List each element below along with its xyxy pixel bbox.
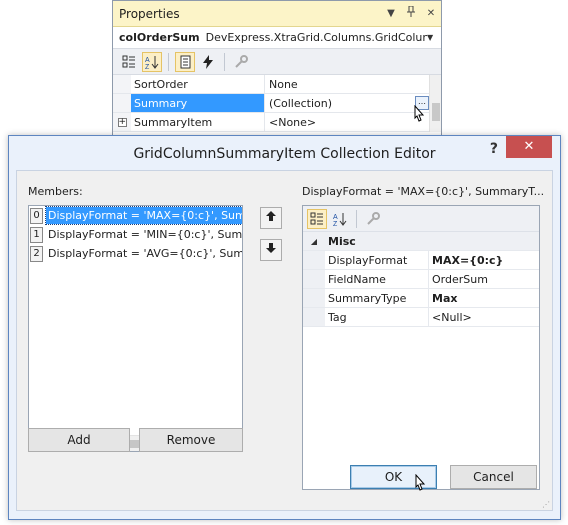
move-down-button[interactable] — [260, 239, 282, 261]
members-label: Members: — [28, 185, 83, 198]
alphabetical-icon[interactable]: AZ — [330, 209, 350, 229]
chevron-down-icon[interactable]: ▼ — [427, 33, 441, 42]
item-property-grid: AZ ◢ Misc DisplayFormat MAX={0:c} FieldN… — [302, 205, 540, 490]
property-value[interactable]: Max — [429, 289, 539, 307]
properties-window: Properties ▼ ✕ colOrderSum DevExpress.Xt… — [112, 0, 442, 136]
categorized-icon[interactable] — [307, 208, 327, 229]
object-type: DevExpress.XtraGrid.Columns.GridColumn — [205, 31, 427, 44]
list-item[interactable]: 0 DisplayFormat = 'MAX={0:c}', SummaryTy… — [29, 206, 242, 225]
object-selector[interactable]: colOrderSum DevExpress.XtraGrid.Columns.… — [113, 27, 441, 49]
property-row[interactable]: SortOrder None — [113, 75, 441, 94]
category-name: Misc — [328, 235, 356, 248]
property-name: SortOrder — [131, 75, 265, 93]
property-name: Tag — [325, 308, 429, 326]
item-text: DisplayFormat = 'MAX={0:c}', SummaryType… — [45, 206, 242, 225]
add-button[interactable]: Add — [28, 428, 130, 452]
item-text: DisplayFormat = 'MIN={0:c}', SummaryType… — [48, 228, 242, 241]
close-icon[interactable]: ✕ — [421, 8, 441, 19]
property-name: DisplayFormat — [325, 251, 429, 269]
mouse-cursor-icon — [415, 474, 426, 491]
item-index: 0 — [30, 207, 43, 224]
cancel-button[interactable]: Cancel — [450, 465, 537, 489]
arrow-down-icon — [266, 243, 276, 253]
property-row[interactable]: FieldName OrderSum — [303, 270, 539, 289]
properties-toolbar: AZ — [113, 49, 441, 75]
property-name: SummaryType — [325, 289, 429, 307]
arrow-up-icon — [266, 211, 276, 221]
property-name: Summary — [131, 94, 265, 112]
vertical-scrollbar[interactable] — [429, 75, 441, 132]
remove-button[interactable]: Remove — [139, 428, 243, 452]
property-grid-toolbar: AZ — [303, 206, 539, 232]
collapse-icon[interactable]: ◢ — [303, 232, 325, 250]
property-value[interactable]: OrderSum — [429, 270, 539, 288]
dialog-titlebar: GridColumnSummaryItem Collection Editor … — [9, 136, 560, 170]
members-list[interactable]: 0 DisplayFormat = 'MAX={0:c}', SummaryTy… — [28, 205, 243, 452]
object-name: colOrderSum — [119, 31, 200, 44]
properties-titlebar: Properties ▼ ✕ — [113, 1, 441, 27]
list-item[interactable]: 2 DisplayFormat = 'AVG={0:c}', SummaryTy… — [29, 244, 242, 263]
svg-text:A: A — [333, 214, 338, 221]
events-icon[interactable] — [198, 52, 218, 72]
property-row[interactable]: SummaryType Max — [303, 289, 539, 308]
property-value[interactable]: MAX={0:c} — [429, 251, 539, 269]
item-index: 2 — [30, 245, 43, 262]
svg-text:A: A — [145, 57, 150, 64]
property-row[interactable]: DisplayFormat MAX={0:c} — [303, 251, 539, 270]
properties-grid: SortOrder None Summary (Collection) … + … — [113, 75, 441, 132]
help-icon[interactable]: ? — [490, 141, 498, 157]
properties-icon[interactable] — [175, 51, 195, 72]
selected-item-caption: DisplayFormat = 'MAX={0:c}', SummaryT... — [302, 185, 545, 198]
property-value[interactable]: None — [265, 75, 441, 93]
wrench-icon[interactable] — [231, 52, 251, 72]
move-up-button[interactable] — [260, 207, 282, 229]
properties-title: Properties — [119, 6, 180, 21]
pin-icon[interactable] — [401, 5, 421, 21]
toolbar-separator — [356, 209, 357, 228]
expand-icon[interactable]: + — [117, 117, 127, 127]
resize-grip-icon[interactable]: ⋰ — [542, 501, 550, 509]
property-row-selected[interactable]: Summary (Collection) … — [113, 94, 441, 113]
toolbar-separator — [224, 52, 225, 71]
property-value[interactable]: <Null> — [429, 308, 539, 326]
item-index: 1 — [30, 226, 43, 243]
property-name: SummaryItem — [131, 113, 265, 131]
dialog-body: Members: 0 DisplayFormat = 'MAX={0:c}', … — [16, 170, 553, 511]
collection-editor-dialog: GridColumnSummaryItem Collection Editor … — [8, 135, 561, 520]
wrench-icon[interactable] — [363, 209, 383, 229]
category-row[interactable]: ◢ Misc — [303, 232, 539, 251]
alphabetical-icon[interactable]: AZ — [142, 51, 162, 72]
mouse-cursor-icon — [414, 105, 425, 122]
property-value: (Collection) — [269, 97, 332, 110]
property-row[interactable]: Tag <Null> — [303, 308, 539, 327]
svg-text:Z: Z — [145, 64, 150, 69]
toolbar-separator — [168, 52, 169, 71]
dialog-title: GridColumnSummaryItem Collection Editor — [133, 146, 436, 162]
item-text: DisplayFormat = 'AVG={0:c}', SummaryType… — [48, 247, 242, 260]
close-button[interactable]: ✕ — [506, 136, 552, 158]
svg-text:Z: Z — [333, 221, 338, 226]
list-item[interactable]: 1 DisplayFormat = 'MIN={0:c}', SummaryTy… — [29, 225, 242, 244]
property-name: FieldName — [325, 270, 429, 288]
categorized-icon[interactable] — [119, 52, 139, 72]
dropdown-arrow-icon[interactable]: ▼ — [381, 8, 401, 19]
property-row[interactable]: + SummaryItem <None> — [113, 113, 441, 132]
